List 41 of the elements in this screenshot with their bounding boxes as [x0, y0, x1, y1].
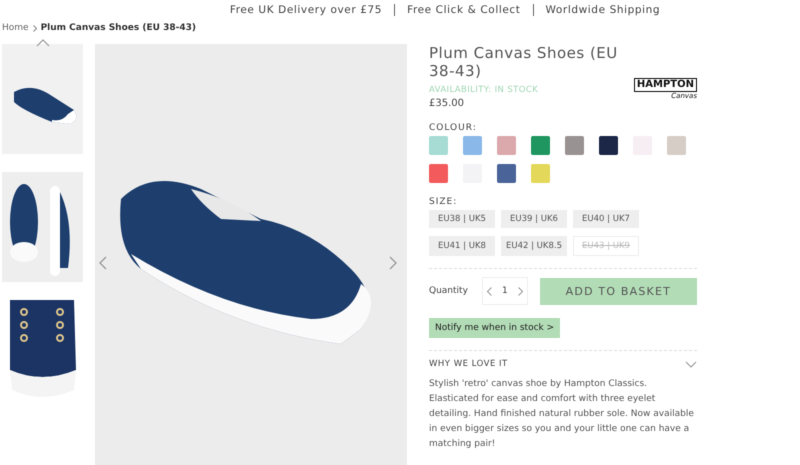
shoe-thumbnail[interactable]	[2, 44, 83, 154]
product-title: Plum Canvas Shoes (EU 38-43)	[429, 44, 619, 80]
colour-swatch[interactable]	[497, 136, 516, 155]
shoe-thumbnail[interactable]	[2, 172, 83, 282]
colour-swatch[interactable]	[599, 136, 618, 155]
add-to-basket-button[interactable]: ADD TO BASKET	[540, 278, 697, 304]
chevron-up-icon[interactable]	[36, 39, 50, 47]
colour-swatch[interactable]	[429, 136, 448, 155]
size-option[interactable]: EU42 | UK8.5	[501, 236, 567, 256]
quantity-stepper[interactable]: 1	[482, 277, 528, 305]
colour-label: COLOUR:	[429, 123, 478, 133]
chevron-right-icon[interactable]	[389, 256, 397, 270]
size-option[interactable]: EU39 | UK6	[501, 210, 567, 228]
notify-button[interactable]: Notify me when in stock >	[429, 318, 560, 338]
chevron-right-icon[interactable]	[518, 286, 523, 296]
colour-swatch[interactable]	[531, 164, 550, 183]
promo-text: Free Click & Collect	[407, 4, 521, 16]
quantity-value: 1	[502, 286, 508, 296]
chevron-right-icon	[32, 24, 37, 32]
promo-text: Worldwide Shipping	[546, 4, 660, 16]
colour-swatch[interactable]	[429, 164, 448, 183]
chevron-left-icon[interactable]	[487, 286, 492, 296]
price-text: £35.00	[429, 98, 465, 109]
breadcrumb-link[interactable]: Home	[2, 23, 29, 33]
promo-text: Free UK Delivery over £75	[230, 4, 382, 16]
colour-swatch[interactable]	[531, 136, 550, 155]
accordion-title[interactable]: WHY WE LOVE IT	[429, 359, 508, 369]
description-text: Stylish 'retro' canvas shoe by Hampton Classics. Elasticated for ease and comfort with three eyelet detailing. Hand finished natural rubber sole. Now available in even bigger sizes so you and your little one can have a matching pair!	[429, 378, 695, 451]
size-option[interactable]: EU41 | UK8	[429, 236, 495, 256]
size-option[interactable]: EU38 | UK5	[429, 210, 495, 228]
colour-swatch[interactable]	[497, 164, 516, 183]
quantity-label: Quantity	[429, 286, 469, 296]
colour-swatch[interactable]	[463, 136, 482, 155]
size-label: SIZE:	[429, 197, 458, 207]
chevron-left-icon[interactable]	[99, 256, 107, 270]
colour-swatch[interactable]	[667, 136, 686, 155]
availability-text: AVAILABILITY: IN STOCK	[429, 85, 540, 95]
size-option[interactable]: EU40 | UK7	[573, 210, 639, 228]
colour-swatch[interactable]	[565, 136, 584, 155]
chevron-down-icon[interactable]	[685, 360, 697, 368]
breadcrumb-current: Plum Canvas Shoes (EU 38-43)	[40, 23, 196, 33]
